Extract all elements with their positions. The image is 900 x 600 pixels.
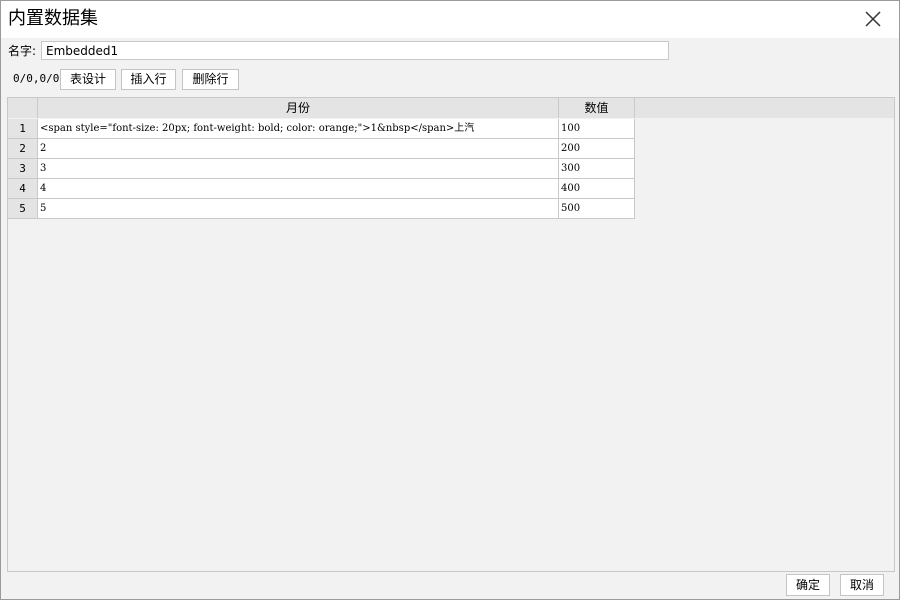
- column-header-value[interactable]: 数值: [559, 98, 635, 118]
- insert-row-button[interactable]: 插入行: [121, 69, 176, 90]
- ok-button[interactable]: 确定: [786, 574, 830, 596]
- cancel-button[interactable]: 取消: [840, 574, 884, 596]
- cell-value[interactable]: 200: [559, 139, 635, 159]
- row-number[interactable]: 3: [8, 159, 38, 179]
- cell-value[interactable]: 100: [559, 119, 635, 139]
- cell-month[interactable]: 4: [38, 179, 559, 199]
- cell-value[interactable]: 500: [559, 199, 635, 219]
- row-number[interactable]: 1: [8, 119, 38, 139]
- cell-month[interactable]: 2: [38, 139, 559, 159]
- data-grid[interactable]: 月份 数值 1 <span style="font-size: 20px; fo…: [7, 97, 895, 572]
- row-number[interactable]: 5: [8, 199, 38, 219]
- row-number[interactable]: 2: [8, 139, 38, 159]
- delete-row-button[interactable]: 删除行: [182, 69, 239, 90]
- name-input[interactable]: [41, 41, 669, 60]
- column-header-month[interactable]: 月份: [38, 98, 559, 118]
- title-bar: 内置数据集: [1, 1, 899, 38]
- close-icon[interactable]: [861, 7, 885, 31]
- cell-month[interactable]: 3: [38, 159, 559, 179]
- name-label: 名字:: [8, 44, 37, 58]
- table-design-button[interactable]: 表设计: [60, 69, 116, 90]
- grid-corner: [8, 98, 38, 118]
- row-number[interactable]: 4: [8, 179, 38, 199]
- dialog-title: 内置数据集: [8, 8, 98, 29]
- cell-month[interactable]: <span style="font-size: 20px; font-weigh…: [38, 119, 559, 139]
- cell-position-indicator: 0/0,0/0: [13, 72, 60, 85]
- header-filler: [635, 98, 894, 118]
- embedded-dataset-dialog: 内置数据集 名字: 0/0,0/0 表设计 插入行 删除行 月份 数值 1 <s…: [0, 0, 900, 600]
- cell-value[interactable]: 400: [559, 179, 635, 199]
- cell-month[interactable]: 5: [38, 199, 559, 219]
- cell-value[interactable]: 300: [559, 159, 635, 179]
